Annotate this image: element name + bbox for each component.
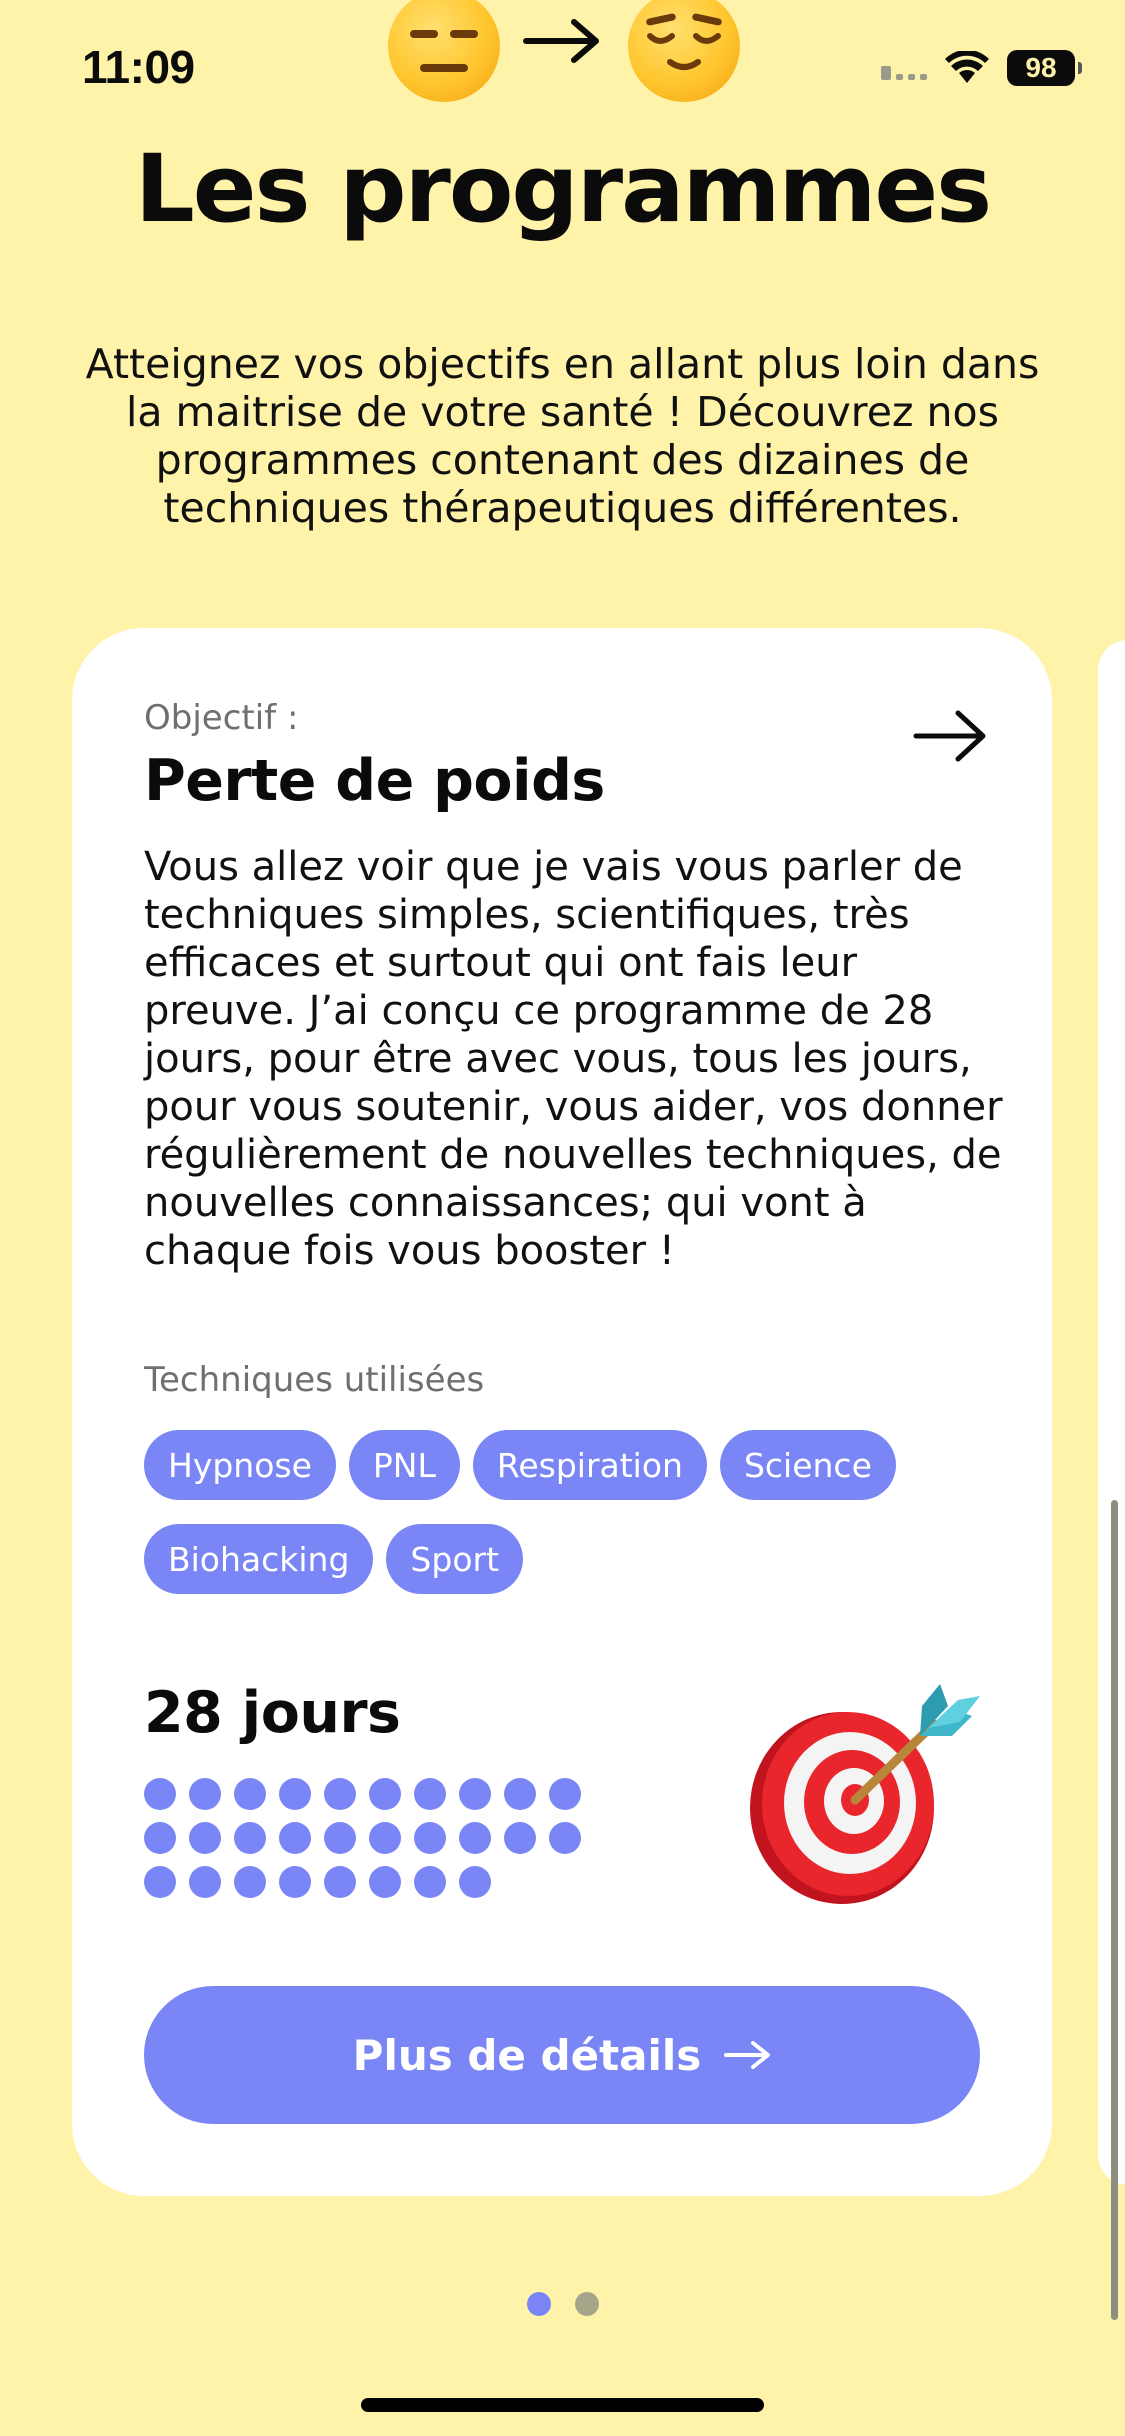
day-dot bbox=[549, 1822, 581, 1854]
day-dot bbox=[279, 1822, 311, 1854]
techniques-list: Hypnose PNL Respiration Science Biohacki… bbox=[144, 1430, 1004, 1594]
technique-tag: Sport bbox=[386, 1524, 524, 1594]
program-title: Perte de poids bbox=[144, 748, 605, 814]
scrollbar bbox=[1111, 1500, 1118, 2320]
day-dot bbox=[504, 1822, 536, 1854]
day-dot bbox=[459, 1778, 491, 1810]
home-indicator[interactable] bbox=[361, 2398, 764, 2412]
program-duration: 28 jours bbox=[144, 1680, 401, 1746]
day-dot bbox=[189, 1822, 221, 1854]
day-dot bbox=[189, 1866, 221, 1898]
techniques-label: Techniques utilisées bbox=[144, 1360, 485, 1400]
day-dot bbox=[234, 1822, 266, 1854]
day-dot bbox=[504, 1778, 536, 1810]
direct-hit-target-icon bbox=[750, 1684, 980, 1904]
day-dot bbox=[414, 1822, 446, 1854]
technique-tag: Hypnose bbox=[144, 1430, 336, 1500]
expressionless-face-icon bbox=[388, 0, 500, 102]
day-dot bbox=[189, 1778, 221, 1810]
page-title: Les programmes bbox=[134, 135, 992, 244]
relieved-face-icon bbox=[628, 0, 740, 102]
objective-label: Objectif : bbox=[144, 698, 299, 738]
wifi-icon bbox=[945, 51, 989, 83]
day-dot bbox=[549, 1778, 581, 1810]
day-dot bbox=[414, 1866, 446, 1898]
technique-tag: Respiration bbox=[472, 1430, 707, 1500]
cellular-signal-icon bbox=[881, 56, 927, 80]
status-icons: 98 bbox=[881, 50, 1082, 86]
day-dot bbox=[369, 1778, 401, 1810]
more-details-button[interactable]: Plus de détails bbox=[144, 1986, 980, 2124]
program-card[interactable]: Objectif : Perte de poids Vous allez voi… bbox=[72, 628, 1052, 2196]
day-dot bbox=[144, 1778, 176, 1810]
technique-tag: PNL bbox=[348, 1430, 460, 1500]
day-dot bbox=[234, 1866, 266, 1898]
day-dot bbox=[369, 1822, 401, 1854]
arrow-right-icon bbox=[523, 19, 599, 63]
day-dot bbox=[324, 1866, 356, 1898]
technique-tag: Biohacking bbox=[144, 1524, 374, 1594]
battery-icon: 98 bbox=[1007, 50, 1082, 86]
technique-tag: Science bbox=[719, 1430, 896, 1500]
day-dot bbox=[234, 1778, 266, 1810]
day-dot bbox=[324, 1822, 356, 1854]
programs-screen: 11:09 98 Les programmes Atteignez vos ob… bbox=[0, 0, 1125, 2436]
day-dot bbox=[459, 1866, 491, 1898]
program-description: Vous allez voir que je vais vous parler … bbox=[144, 844, 1003, 1274]
day-dot bbox=[324, 1778, 356, 1810]
day-dot bbox=[369, 1866, 401, 1898]
more-details-label: Plus de détails bbox=[352, 2030, 702, 2080]
day-dot bbox=[144, 1822, 176, 1854]
page-dot[interactable] bbox=[574, 2292, 599, 2316]
status-time: 11:09 bbox=[82, 41, 195, 93]
day-dots bbox=[144, 1778, 604, 1898]
page-indicator bbox=[0, 2292, 1125, 2316]
day-dot bbox=[144, 1866, 176, 1898]
day-dot bbox=[279, 1778, 311, 1810]
day-dot bbox=[414, 1778, 446, 1810]
page-intro: Atteignez vos objectifs en allant plus l… bbox=[85, 340, 1040, 532]
page-dot-active[interactable] bbox=[526, 2292, 551, 2316]
day-dot bbox=[279, 1866, 311, 1898]
arrow-right-icon[interactable] bbox=[912, 708, 988, 764]
day-dot bbox=[459, 1822, 491, 1854]
arrow-right-icon bbox=[724, 2041, 771, 2069]
